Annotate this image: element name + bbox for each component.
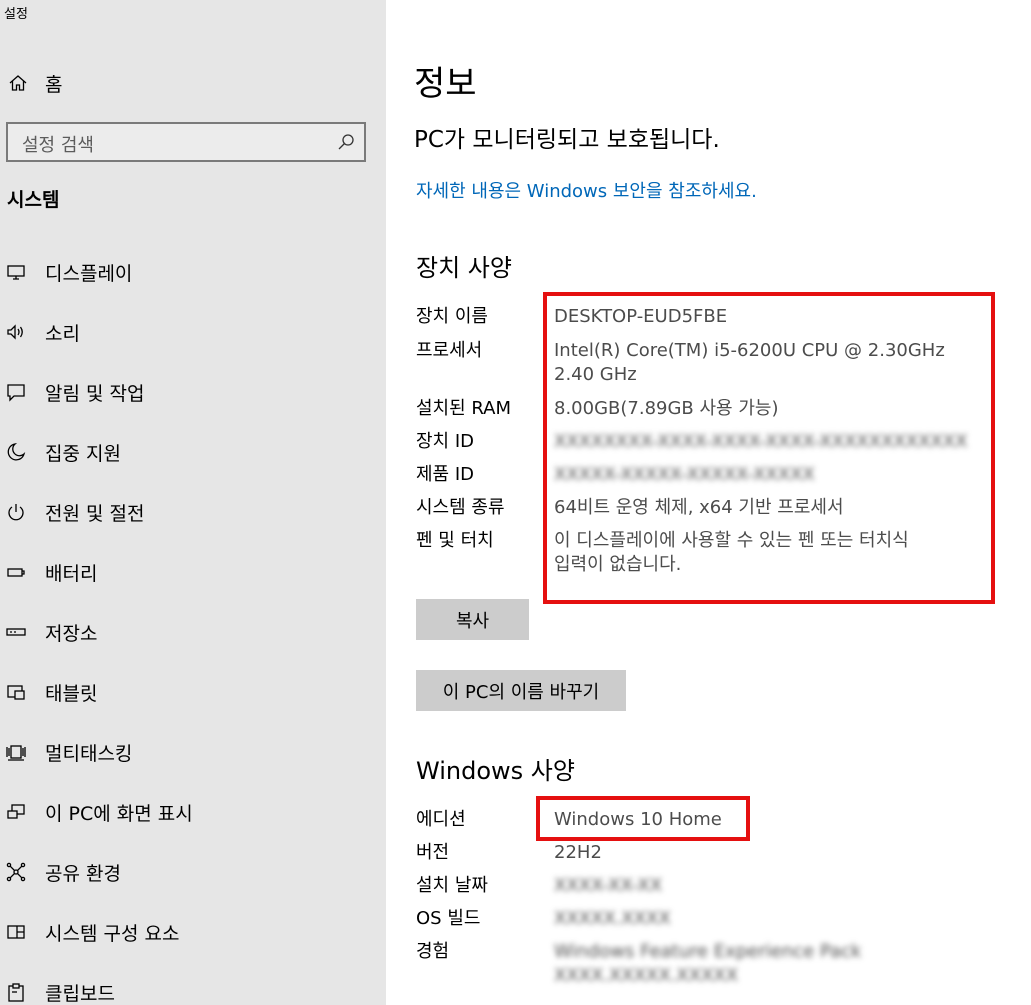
spec-label: 제품 ID <box>416 464 475 485</box>
spec-row-experience: 경험 Windows Feature Experience Pack XXXX.… <box>416 940 974 988</box>
components-icon <box>5 921 27 943</box>
sidebar-item-label: 집중 지원 <box>45 442 121 465</box>
speaker-icon <box>5 321 27 343</box>
spec-label: 프로세서 <box>416 340 483 361</box>
copy-button[interactable]: 복사 <box>416 599 529 640</box>
spec-label: 펜 및 터치 <box>416 530 494 551</box>
clipboard-icon <box>5 981 27 1003</box>
sidebar-item-label: 저장소 <box>45 622 98 645</box>
spec-value: 22H2 <box>554 842 602 863</box>
spec-label: 버전 <box>416 842 450 863</box>
edition-highlight-box <box>536 796 750 841</box>
spec-value-line: XXXX.XXXXX.XXXXX <box>554 965 739 986</box>
spec-value-line: Windows Feature Experience Pack <box>554 941 862 962</box>
moon-icon <box>5 441 27 463</box>
spec-label: 설치된 RAM <box>416 398 512 419</box>
sidebar-item-power[interactable]: 전원 및 절전 <box>0 482 386 542</box>
sidebar-item-notifications[interactable]: 알림 및 작업 <box>0 362 386 422</box>
sidebar-item-clipboard[interactable]: 클립보드 <box>0 962 386 1005</box>
spec-label: 시스템 종류 <box>416 497 505 518</box>
device-specs-highlight-box <box>543 292 995 604</box>
monitor-icon <box>5 261 27 283</box>
share-icon <box>5 861 27 883</box>
sidebar-item-project[interactable]: 이 PC에 화면 표시 <box>0 782 386 842</box>
protection-status: PC가 모니터링되고 보호됩니다. <box>414 127 720 153</box>
page-title: 정보 <box>414 64 477 104</box>
spec-label: 설치 날짜 <box>416 875 488 896</box>
storage-icon <box>5 621 27 643</box>
search-icon[interactable] <box>337 133 355 151</box>
sidebar-item-storage[interactable]: 저장소 <box>0 602 386 662</box>
spec-value-redacted: XXXX-XX-XX <box>554 875 663 896</box>
search-input[interactable]: 설정 검색 <box>6 122 366 162</box>
tablet-icon <box>5 681 27 703</box>
sidebar-item-label: 소리 <box>45 322 80 345</box>
app-title: 설정 <box>4 7 28 22</box>
home-label: 홈 <box>45 73 63 96</box>
sidebar-nav: 디스플레이 소리 알림 및 작업 집중 지원 전원 및 절전 배터리 저장소 태… <box>0 242 386 1005</box>
sidebar-item-label: 시스템 구성 요소 <box>45 922 180 945</box>
sidebar-item-battery[interactable]: 배터리 <box>0 542 386 602</box>
windows-specs-heading: Windows 사양 <box>416 757 575 785</box>
sidebar-item-system-components[interactable]: 시스템 구성 요소 <box>0 902 386 962</box>
spec-label: 에디션 <box>416 809 466 830</box>
sidebar-item-label: 멀티태스킹 <box>45 742 133 765</box>
sidebar-section-title: 시스템 <box>7 189 60 211</box>
sidebar-item-sound[interactable]: 소리 <box>0 302 386 362</box>
search-placeholder: 설정 검색 <box>22 135 94 156</box>
spec-value-redacted: XXXXX.XXXX <box>554 908 671 929</box>
rename-pc-button[interactable]: 이 PC의 이름 바꾸기 <box>416 670 626 711</box>
sidebar-item-shared-experiences[interactable]: 공유 환경 <box>0 842 386 902</box>
device-specs-heading: 장치 사양 <box>416 254 512 282</box>
spec-label: 경험 <box>416 941 450 962</box>
sidebar-item-multitasking[interactable]: 멀티태스킹 <box>0 722 386 782</box>
sidebar-item-home[interactable]: 홈 <box>6 70 62 96</box>
spec-row-os-build: OS 빌드 XXXXX.XXXX <box>416 907 974 931</box>
notification-icon <box>5 381 27 403</box>
spec-label: 장치 ID <box>416 431 475 452</box>
home-icon <box>6 71 30 95</box>
project-icon <box>5 801 27 823</box>
spec-row-install-date: 설치 날짜 XXXX-XX-XX <box>416 874 974 898</box>
windows-security-link[interactable]: 자세한 내용은 Windows 보안을 참조하세요. <box>416 177 757 203</box>
sidebar-item-label: 배터리 <box>45 562 98 585</box>
sidebar: 설정 홈 설정 검색 시스템 디스플레이 소리 알림 및 작업 집중 지원 전원… <box>0 0 386 1005</box>
sidebar-item-label: 공유 환경 <box>45 862 121 885</box>
spec-label: OS 빌드 <box>416 908 481 929</box>
spec-label: 장치 이름 <box>416 306 488 327</box>
sidebar-item-label: 태블릿 <box>45 682 98 705</box>
sidebar-item-label: 디스플레이 <box>45 262 133 285</box>
spec-row-version: 버전 22H2 <box>416 841 974 865</box>
spec-value-redacted: Windows Feature Experience Pack XXXX.XXX… <box>554 940 974 988</box>
sidebar-item-label: 이 PC에 화면 표시 <box>45 802 193 825</box>
sidebar-item-label: 클립보드 <box>45 982 115 1005</box>
battery-icon <box>5 561 27 583</box>
sidebar-item-display[interactable]: 디스플레이 <box>0 242 386 302</box>
sidebar-item-label: 전원 및 절전 <box>45 502 145 525</box>
multitasking-icon <box>5 741 27 763</box>
sidebar-item-focus-assist[interactable]: 집중 지원 <box>0 422 386 482</box>
sidebar-item-label: 알림 및 작업 <box>45 382 145 405</box>
main-content: 정보 PC가 모니터링되고 보호됩니다. 자세한 내용은 Windows 보안을… <box>386 0 1031 1005</box>
sidebar-item-tablet[interactable]: 태블릿 <box>0 662 386 722</box>
power-icon <box>5 501 27 523</box>
